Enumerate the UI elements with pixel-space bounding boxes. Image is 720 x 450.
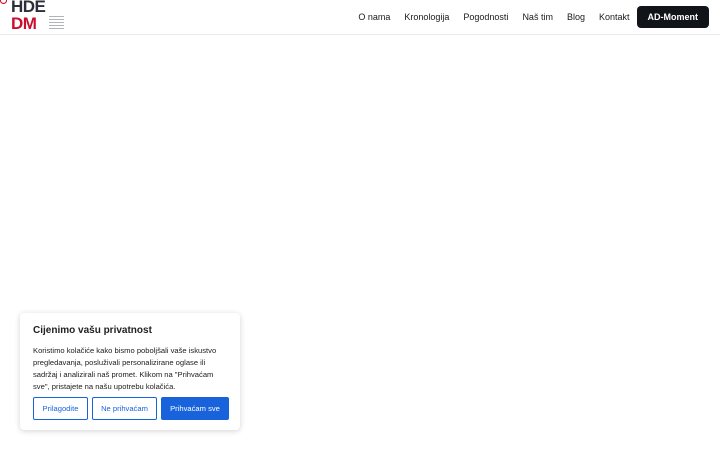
- main-nav: O nama Kronologija Pogodnosti Naš tim Bl…: [344, 6, 709, 28]
- site-logo[interactable]: HDE DM: [0, 0, 70, 35]
- customize-button[interactable]: Prilagodite: [33, 397, 88, 420]
- logo-text-bottom: DM: [11, 14, 37, 33]
- reject-button[interactable]: Ne prihvaćam: [92, 397, 157, 420]
- nav-item-pogodnosti[interactable]: Pogodnosti: [463, 6, 508, 28]
- cookie-banner-title: Cijenimo vašu privatnost: [33, 325, 152, 336]
- accept-all-button[interactable]: Prihvaćam sve: [161, 397, 229, 420]
- logo-tagline-lines: [49, 16, 64, 31]
- nav-item-o-nama[interactable]: O nama: [358, 6, 390, 28]
- ad-moment-button[interactable]: AD-Moment: [636, 6, 709, 28]
- site-header: HDE DM O nama Kronologija Pogodnosti Naš…: [0, 0, 720, 35]
- nav-item-kronologija[interactable]: Kronologija: [404, 6, 449, 28]
- cookie-consent-banner: Cijenimo vašu privatnost Koristimo kolač…: [20, 313, 240, 430]
- nav-item-blog[interactable]: Blog: [567, 6, 585, 28]
- nav-item-nas-tim[interactable]: Naš tim: [522, 6, 553, 28]
- logo-mark-icon: [0, 0, 7, 4]
- cookie-banner-actions: Prilagodite Ne prihvaćam Prihvaćam sve: [33, 397, 229, 420]
- nav-item-kontakt[interactable]: Kontakt: [599, 6, 630, 28]
- cookie-banner-text: Koristimo kolačiće kako bismo poboljšali…: [33, 346, 217, 391]
